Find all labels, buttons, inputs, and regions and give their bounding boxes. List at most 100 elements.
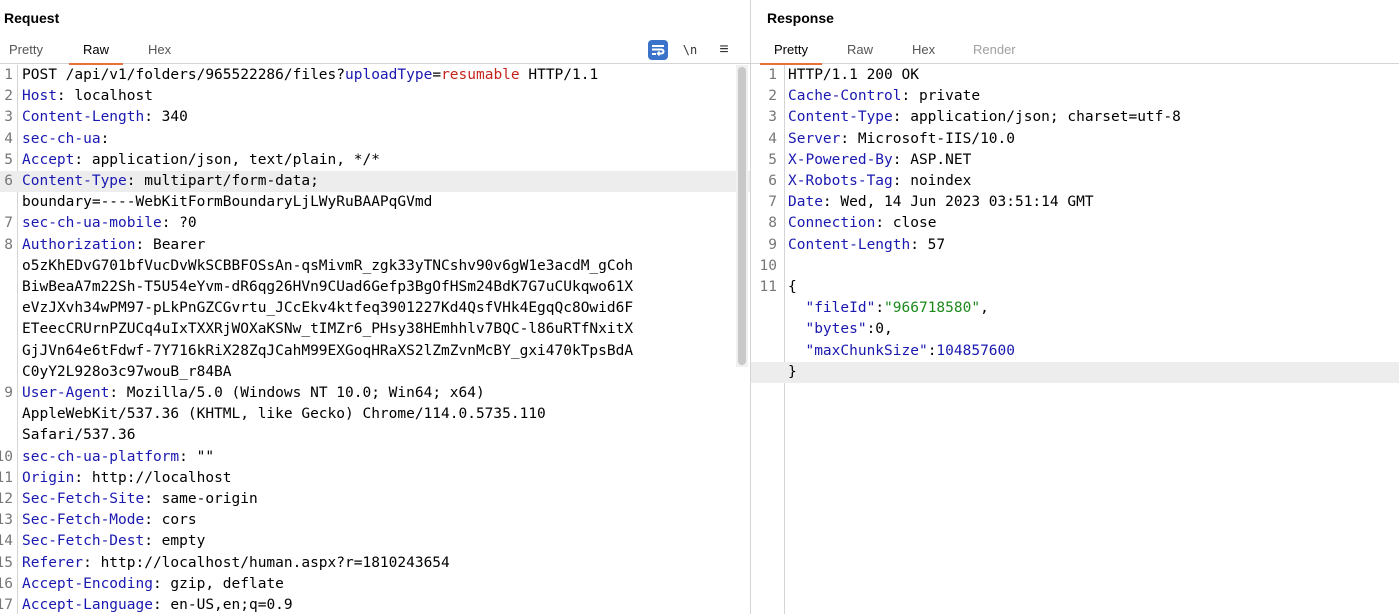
- text-run: : empty: [144, 533, 206, 550]
- header-name: Connection: [788, 215, 876, 232]
- text-run: GjJVn64e6tFdwf-7Y716kRiX28ZqJCahM99EXGoq…: [22, 342, 634, 359]
- request-code-line[interactable]: 4 sec-ch-ua:: [0, 129, 750, 150]
- request-line-number: 6: [4, 173, 13, 189]
- request-code-line[interactable]: 5 Accept: application/json, text/plain, *…: [0, 150, 750, 171]
- request-scrollbar-thumb[interactable]: [738, 67, 746, 365]
- response-editor[interactable]: 1 HTTP/1.1 200 OK 2 Cache-Control: private 3…: [751, 65, 1399, 614]
- show-newlines-toggle[interactable]: \n: [682, 40, 698, 60]
- response-code-line[interactable]: 10: [751, 256, 1399, 277]
- request-line-text: Host: localhost: [22, 86, 153, 107]
- request-line-text: Origin: http://localhost: [22, 468, 232, 489]
- text-run: o5zKhEDvG701bfVucDvWkSCBBFOSsAn-qsMivmR_…: [22, 257, 634, 274]
- response-code-line[interactable]: 9 Content-Length: 57: [751, 235, 1399, 256]
- response-code-line[interactable]: 7 Date: Wed, 14 Jun 2023 03:51:14 GMT: [751, 192, 1399, 213]
- text-run: AppleWebKit/537.36 (KHTML, like Gecko) C…: [22, 406, 546, 423]
- header-name: "fileId": [805, 300, 876, 317]
- header-name: Date: [788, 194, 823, 211]
- request-scrollbar[interactable]: [736, 65, 748, 367]
- response-tab-render[interactable]: Render: [973, 42, 1016, 57]
- text-run: boundary=----WebKitFormBoundaryLjLWyRuBA…: [22, 194, 433, 211]
- request-code-line[interactable]: GjJVn64e6tFdwf-7Y716kRiX28ZqJCahM99EXGoq…: [0, 341, 750, 362]
- response-code-line[interactable]: 2 Cache-Control: private: [751, 86, 1399, 107]
- request-code-line[interactable]: C0yY2L928o3c97wouB_r84BA: [0, 362, 750, 383]
- request-code-line[interactable]: 16 Accept-Encoding: gzip, deflate: [0, 574, 750, 595]
- request-code-line[interactable]: 17 Accept-Language: en-US,en;q=0.9: [0, 595, 750, 614]
- response-code-line[interactable]: 8 Connection: close: [751, 213, 1399, 234]
- text-run: POST /api/v1/folders/965522286/files?: [22, 67, 346, 83]
- request-code-line[interactable]: AppleWebKit/537.36 (KHTML, like Gecko) C…: [0, 404, 750, 425]
- text-run: : 340: [144, 109, 188, 126]
- header-name: Content-Type: [788, 109, 893, 126]
- hamburger-menu-icon[interactable]: ≡: [716, 40, 732, 60]
- request-line-number: 4: [4, 130, 13, 147]
- request-line-number: 1: [4, 67, 13, 83]
- request-line-number: 2: [4, 88, 13, 105]
- response-tab-hex[interactable]: Hex: [912, 42, 935, 57]
- request-code-line[interactable]: boundary=----WebKitFormBoundaryLjLWyRuBA…: [0, 192, 750, 213]
- response-code-line[interactable]: 1 HTTP/1.1 200 OK: [751, 65, 1399, 86]
- header-name: Accept: [22, 151, 75, 168]
- response-tab-raw[interactable]: Raw: [847, 42, 873, 57]
- response-code-line[interactable]: 6 X-Robots-Tag: noindex: [751, 171, 1399, 192]
- response-line-text: "bytes":0,: [788, 319, 893, 340]
- text-run: : Bearer: [135, 236, 206, 253]
- request-line-text: Authorization: Bearer: [22, 235, 205, 256]
- response-code-line[interactable]: 3 Content-Type: application/json; charset…: [751, 107, 1399, 128]
- request-line-number: 7: [4, 215, 13, 232]
- request-code-line[interactable]: o5zKhEDvG701bfVucDvWkSCBBFOSsAn-qsMivmR_…: [0, 256, 750, 277]
- text-run: : en-US,en;q=0.9: [152, 597, 293, 613]
- response-code-line[interactable]: "maxChunkSize":104857600: [751, 341, 1399, 362]
- request-code-line[interactable]: 9 User-Agent: Mozilla/5.0 (Windows NT 10.…: [0, 383, 750, 404]
- request-code-line[interactable]: 3 Content-Length: 340: [0, 107, 750, 128]
- response-code-line[interactable]: 11 {: [751, 277, 1399, 298]
- request-code-line[interactable]: 14 Sec-Fetch-Dest: empty: [0, 531, 750, 552]
- request-code-line[interactable]: 10 sec-ch-ua-platform: "": [0, 447, 750, 468]
- request-code-line[interactable]: BiwBeaA7m22Sh-T5U54eYvm-dR6qg26HVn9CUad6…: [0, 277, 750, 298]
- request-code-line[interactable]: Safari/537.36: [0, 425, 750, 446]
- wrap-lines-icon[interactable]: [648, 40, 668, 60]
- text-run: :0,: [866, 321, 893, 338]
- text-run: : Mozilla/5.0 (Windows NT 10.0; Win64; x…: [109, 385, 485, 401]
- request-code-line[interactable]: 8 Authorization: Bearer: [0, 235, 750, 256]
- request-tab-pretty[interactable]: Pretty: [9, 42, 43, 57]
- response-tab-pretty[interactable]: Pretty: [760, 42, 822, 65]
- text-run: : noindex: [892, 173, 972, 189]
- request-tab-raw[interactable]: Raw: [68, 42, 124, 65]
- request-tabbar: Pretty Raw Hex \n ≡: [0, 36, 750, 65]
- response-line-text: }: [788, 362, 797, 383]
- response-line-number: 1: [768, 67, 777, 83]
- header-name: "bytes": [805, 321, 867, 338]
- text-run: : gzip, deflate: [152, 575, 284, 592]
- text-run: : Microsoft-IIS/10.0: [840, 130, 1015, 147]
- request-line-text: BiwBeaA7m22Sh-T5U54eYvm-dR6qg26HVn9CUad6…: [22, 277, 633, 298]
- response-code-line[interactable]: 5 X-Powered-By: ASP.NET: [751, 150, 1399, 171]
- request-line-number: 13: [0, 512, 13, 529]
- response-title: Response: [767, 10, 834, 26]
- request-code-line[interactable]: 1 POST /api/v1/folders/965522286/files?up…: [0, 65, 750, 86]
- request-code-line[interactable]: 2 Host: localhost: [0, 86, 750, 107]
- request-line-text: Accept-Language: en-US,en;q=0.9: [22, 595, 293, 614]
- response-line-text: "maxChunkSize":104857600: [788, 341, 1015, 362]
- header-name: sec-ch-ua: [22, 130, 101, 147]
- request-editor[interactable]: 1 POST /api/v1/folders/965522286/files?up…: [0, 65, 750, 614]
- request-code-line[interactable]: 6 Content-Type: multipart/form-data;: [0, 171, 750, 192]
- header-name: Accept-Language: [22, 597, 153, 613]
- request-code-line[interactable]: eVzJXvh34wPM97-pLkPnGZCGvrtu_JCcEkv4ktfe…: [0, 298, 750, 319]
- text-run: : http://localhost: [74, 469, 232, 486]
- request-tab-hex[interactable]: Hex: [148, 42, 171, 57]
- response-code-line[interactable]: "bytes":0,: [751, 319, 1399, 340]
- request-code-line[interactable]: 11 Origin: http://localhost: [0, 468, 750, 489]
- text-run: : "": [179, 448, 215, 465]
- response-code-line[interactable]: "fileId":"966718580",: [751, 298, 1399, 319]
- request-code-line[interactable]: 12 Sec-Fetch-Site: same-origin: [0, 489, 750, 510]
- request-code-line[interactable]: 7 sec-ch-ua-mobile: ?0: [0, 213, 750, 234]
- request-code-line[interactable]: 13 Sec-Fetch-Mode: cors: [0, 510, 750, 531]
- request-line-text: Content-Type: multipart/form-data;: [22, 171, 319, 192]
- request-code-line[interactable]: 15 Referer: http://localhost/human.aspx?r…: [0, 553, 750, 574]
- text-run: :: [875, 300, 885, 317]
- text-run: =: [432, 67, 442, 83]
- request-line-text: Sec-Fetch-Mode: cors: [22, 510, 197, 531]
- response-code-line[interactable]: }: [751, 361, 1399, 383]
- response-code-line[interactable]: 4 Server: Microsoft-IIS/10.0: [751, 129, 1399, 150]
- request-code-line[interactable]: ETeecCRUrnPZUCq4uIxTXXRjWOXaKSNw_tIMZr6_…: [0, 319, 750, 340]
